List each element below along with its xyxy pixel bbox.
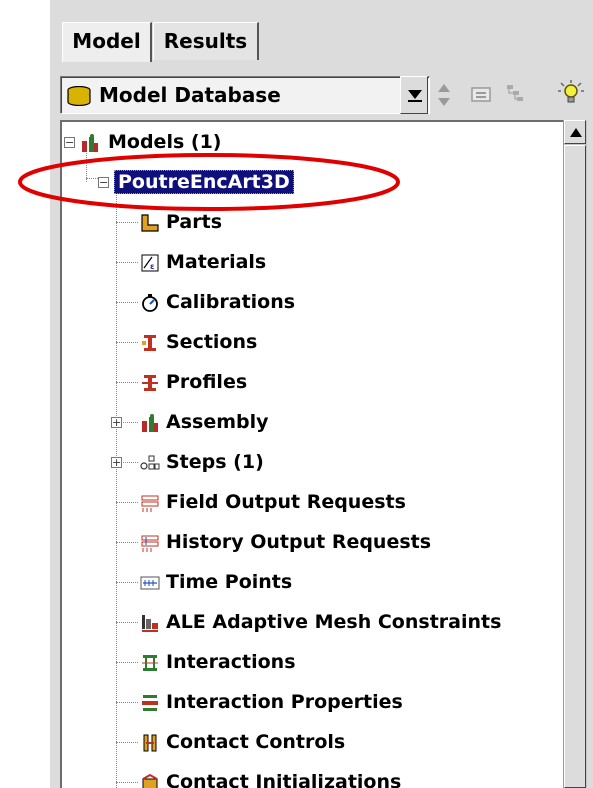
tree-node-label: Field Output Requests: [166, 491, 406, 513]
tree-connector-line: [116, 622, 138, 623]
tree-connector-line: [116, 222, 138, 223]
model-database-label: Model Database: [99, 83, 281, 107]
dropdown-arrow-button[interactable]: [400, 76, 428, 114]
move-up-down-icon[interactable]: [436, 82, 452, 108]
calibrations-icon: [142, 294, 158, 312]
tree-connector-line: [116, 702, 138, 703]
tab-results[interactable]: Results: [153, 22, 259, 60]
time-points-icon: [140, 576, 160, 590]
folder-icon[interactable]: [470, 82, 492, 104]
tree-node-label: ALE Adaptive Mesh Constraints: [166, 611, 502, 633]
interactions-icon: [142, 655, 158, 671]
collapse-toggle[interactable]: −: [64, 137, 75, 148]
tree-node-label: Assembly: [166, 411, 269, 433]
chevron-down-icon: [408, 90, 422, 102]
history-output-icon: [141, 535, 159, 552]
tree-connector-line: [116, 382, 138, 383]
tree-node-label: Steps (1): [166, 451, 264, 473]
ale-mesh-icon: [142, 615, 158, 632]
tree-filter-icon[interactable]: [504, 82, 526, 104]
expand-toggle[interactable]: +: [111, 457, 122, 468]
models-icon: [82, 134, 98, 152]
arrow-up-icon: [570, 128, 582, 137]
model-tree[interactable]: − Models (1) − PoutreEncArt3D Parts ε Mate…: [60, 120, 563, 788]
tree-connector-line: [116, 662, 138, 663]
selected-model-label: PoutreEncArt3D: [114, 164, 294, 200]
tree-node-label: Interactions: [166, 651, 296, 673]
tree-node-label: Interaction Properties: [166, 691, 403, 713]
tree-node-label: Contact Controls: [166, 731, 346, 753]
selected-model-text: PoutreEncArt3D: [114, 170, 294, 194]
lightbulb-icon[interactable]: [558, 80, 584, 108]
tree-node-label: Contact Initializations: [166, 771, 402, 788]
materials-icon: ε: [141, 254, 159, 272]
tree-connector-line: [116, 262, 138, 263]
database-icon: [67, 86, 91, 106]
sections-icon: [142, 335, 156, 351]
field-output-icon: [141, 495, 159, 512]
tree-connector-line: [116, 742, 138, 743]
svg-text:ε: ε: [150, 262, 154, 271]
tree-connector-line: [116, 302, 138, 303]
tree-connector-line: [116, 502, 138, 503]
tree-node-label: Calibrations: [166, 291, 296, 313]
tree-connector-line: [116, 582, 138, 583]
tree-connector-line: [116, 542, 138, 543]
tree-node-label: Profiles: [166, 371, 248, 393]
model-database-select[interactable]: Model Database: [60, 76, 430, 114]
tree-node-label: Models (1): [108, 131, 222, 153]
tree-node-label: Sections: [166, 331, 258, 353]
collapse-toggle[interactable]: −: [98, 177, 109, 188]
scroll-up-button[interactable]: [564, 120, 586, 144]
tree-connector-line: [116, 342, 138, 343]
contact-initializations-icon: [142, 773, 158, 788]
expand-toggle[interactable]: +: [111, 417, 122, 428]
tab-model[interactable]: Model: [62, 22, 152, 62]
interaction-properties-icon: [142, 695, 158, 711]
assembly-icon: [142, 414, 158, 432]
tree-node-label: History Output Requests: [166, 531, 432, 553]
tree-node-label: Materials: [166, 251, 267, 273]
tree-connector-line: [116, 782, 138, 783]
profiles-icon: [142, 375, 158, 391]
parts-icon: [141, 214, 159, 232]
scroll-thumb[interactable]: [564, 145, 586, 788]
vertical-scrollbar[interactable]: [563, 120, 587, 788]
tree-node-label: Time Points: [166, 571, 293, 593]
contact-controls-icon: [143, 734, 157, 752]
steps-icon: [140, 455, 160, 470]
tree-node-label: Parts: [166, 211, 222, 233]
